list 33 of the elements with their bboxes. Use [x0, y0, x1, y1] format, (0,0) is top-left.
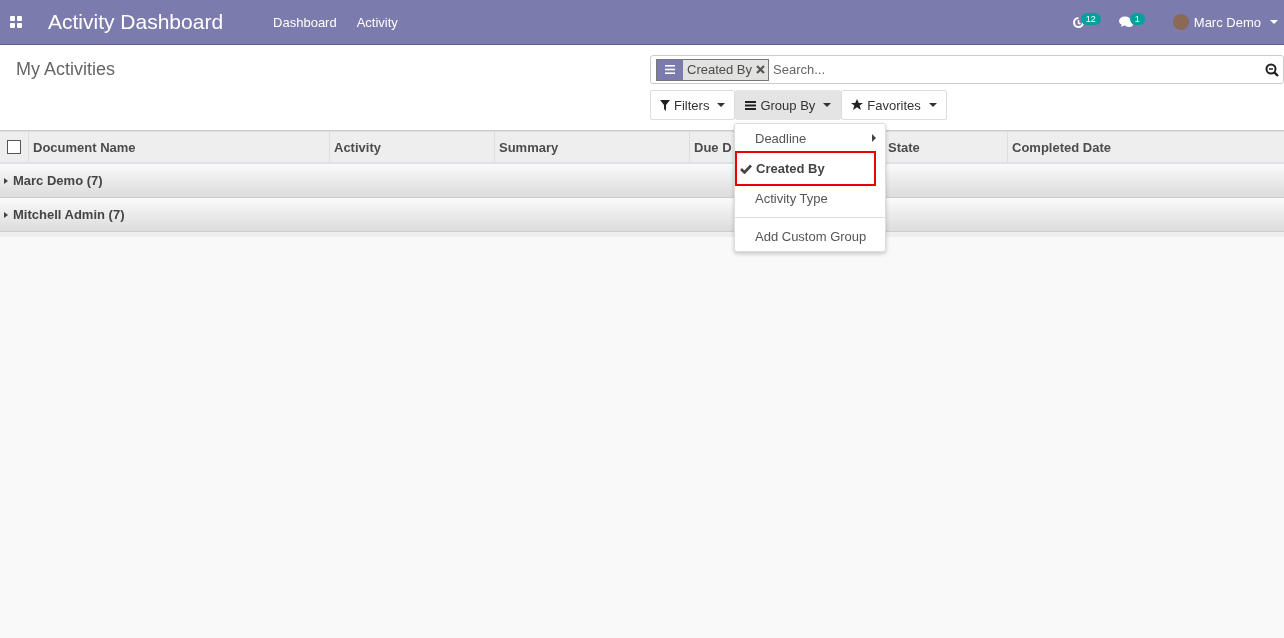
- activity-count-badge: 12: [1080, 13, 1101, 25]
- submenu-arrow-icon: [872, 134, 876, 142]
- column-header[interactable]: Document Name: [33, 139, 136, 155]
- menu-item[interactable]: Dashboard: [273, 14, 337, 30]
- menu-option[interactable]: Deadline: [735, 126, 885, 151]
- user-menu[interactable]: Marc Demo: [1172, 14, 1278, 30]
- menu-icon: [745, 100, 757, 110]
- star-icon: [851, 99, 864, 111]
- checkmark-icon: [740, 164, 752, 174]
- column-header[interactable]: Activity: [334, 139, 381, 155]
- message-count-badge: 1: [1129, 13, 1145, 25]
- select-all-checkbox[interactable]: [7, 140, 21, 154]
- menu-icon: [665, 65, 675, 74]
- app-title: Activity Dashboard: [48, 10, 224, 34]
- filter-dropdown-button[interactable]: Filters: [650, 90, 736, 120]
- column-header[interactable]: Due D: [694, 139, 732, 155]
- funnel-icon: [660, 99, 670, 111]
- remove-icon[interactable]: [756, 65, 766, 74]
- search-facet[interactable]: Created By: [656, 58, 770, 81]
- column-header[interactable]: Completed Date: [1012, 139, 1111, 155]
- avatar-icon: [1172, 14, 1189, 30]
- apps-icon[interactable]: [10, 16, 22, 28]
- page-title: My Activities: [16, 59, 117, 81]
- search-field[interactable]: Created By Search...: [650, 55, 1284, 84]
- chat-icon[interactable]: [1118, 16, 1134, 28]
- column-header[interactable]: Summary: [499, 139, 559, 155]
- star-dropdown-button[interactable]: Favorites: [841, 90, 947, 120]
- menu-option[interactable]: Created By: [735, 151, 876, 186]
- search-icon[interactable]: [1265, 62, 1279, 77]
- column-header[interactable]: State: [888, 139, 920, 155]
- menu-item[interactable]: Activity: [356, 14, 398, 30]
- group-dropdown-button[interactable]: Group By: [735, 90, 842, 120]
- clock-icon[interactable]: [1071, 15, 1085, 29]
